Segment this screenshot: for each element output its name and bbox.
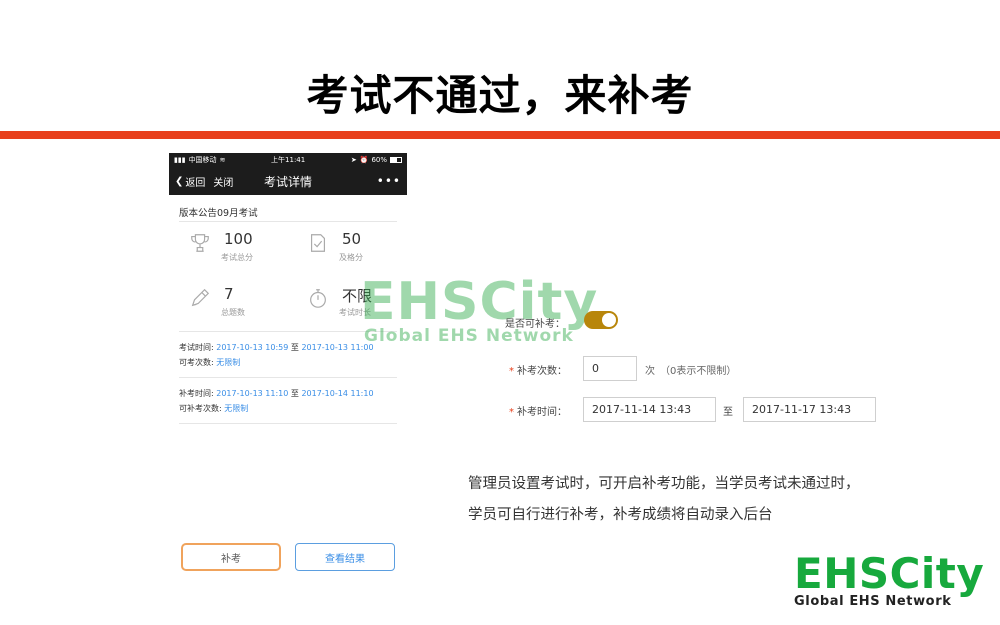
exam-time-info: 考试时间: 2017-10-13 10:59 至 2017-10-13 11:0… — [179, 332, 397, 378]
retake-time-end: 2017-10-14 11:10 — [301, 389, 374, 398]
retake-time-info: 补考时间: 2017-10-13 11:10 至 2017-10-14 11:1… — [179, 378, 397, 424]
status-bar: ▮▮▮ 中国移动 ≋ 上午11:41 ➤ ⏰ 60% — [169, 153, 407, 167]
stat-label: 考试总分 — [221, 253, 253, 262]
stat-label: 考试时长 — [339, 308, 371, 317]
stat-total-score: 100 考试总分 — [179, 228, 289, 280]
view-result-button[interactable]: 查看结果 — [295, 543, 395, 571]
stat-pass-score: 50 及格分 — [297, 228, 407, 280]
required-mark: * — [509, 366, 514, 377]
retake-count-label: 补考次数： — [517, 366, 567, 377]
more-options-icon[interactable]: ••• — [377, 174, 401, 188]
carrier-label: 中国移动 — [188, 156, 217, 164]
stat-question-count: 7 总题数 — [179, 283, 289, 335]
stat-duration: 不限 考试时长 — [297, 283, 407, 335]
back-button[interactable]: ❮ 返回 — [175, 174, 205, 189]
allow-retake-toggle[interactable] — [584, 311, 618, 329]
battery-percent: 60% — [371, 156, 387, 164]
stat-label: 及格分 — [339, 253, 363, 262]
location-icon: ➤ — [350, 156, 357, 164]
wifi-icon: ≋ — [219, 156, 226, 164]
signal-icon: ▮▮▮ — [174, 156, 186, 164]
retake-count-unit: 次 — [645, 366, 655, 377]
pencil-icon — [191, 288, 210, 307]
retake-count-value: 无限制 — [224, 404, 249, 413]
exam-name: 版本公告09月考试 — [179, 208, 258, 219]
alarm-icon: ⏰ — [359, 156, 369, 164]
phone-screen: ▮▮▮ 中国移动 ≋ 上午11:41 ➤ ⏰ 60% ❮ 返回 关闭 考试详情 … — [169, 153, 407, 608]
stat-value: 不限 — [342, 287, 373, 305]
chevron-left-icon: ❮ — [175, 175, 184, 187]
retake-count-row-label: * 补考次数： — [509, 362, 567, 377]
nav-bar: ❮ 返回 关闭 考试详情 ••• — [169, 167, 407, 195]
stat-value: 50 — [342, 230, 362, 248]
logo-text: EHSCity — [794, 549, 985, 598]
retake-count-key: 可补考次数: — [179, 404, 222, 413]
retake-time-key: 补考时间: — [179, 389, 214, 398]
back-label: 返回 — [185, 177, 206, 189]
retake-end-date-input[interactable]: 2017-11-17 13:43 — [743, 397, 876, 422]
stat-value: 7 — [224, 285, 234, 303]
exam-time-end: 2017-10-13 11:00 — [301, 343, 374, 352]
exam-count-key: 可考次数: — [179, 358, 214, 367]
stat-label: 总题数 — [221, 308, 245, 317]
exam-count-value: 无限制 — [216, 358, 241, 367]
stat-value: 100 — [224, 230, 253, 248]
description-line-2: 学员可自行进行补考，补考成绩将自动录入后台 — [468, 507, 773, 523]
slide-title: 考试不通过，来补考 — [306, 71, 694, 120]
retake-start-date-input[interactable]: 2017-11-14 13:43 — [583, 397, 716, 422]
exam-stats: 100 考试总分 50 及格分 7 总题数 不限 考试时长 — [179, 222, 397, 331]
retake-time-sep: 至 — [290, 389, 299, 398]
description-line-1: 管理员设置考试时，可开启补考功能，当学员考试未通过时， — [468, 476, 860, 492]
retake-count-input[interactable]: 0 — [583, 356, 637, 381]
ehscity-logo: EHSCity Global EHS Network — [794, 552, 994, 612]
action-buttons: 补考 查看结果 — [181, 543, 395, 571]
close-button[interactable]: 关闭 — [213, 174, 233, 189]
retake-time-label: 补考时间： — [517, 407, 567, 418]
title-divider — [0, 131, 1000, 139]
retake-count-note: （0表示不限制） — [660, 366, 737, 377]
required-mark: * — [509, 407, 514, 418]
toggle-knob — [602, 313, 616, 327]
status-time: 上午11:41 — [271, 156, 306, 164]
trophy-icon — [191, 234, 209, 252]
retake-button[interactable]: 补考 — [181, 543, 281, 571]
exam-time-key: 考试时间: — [179, 343, 214, 352]
exam-time-start: 2017-10-13 10:59 — [216, 343, 289, 352]
stopwatch-icon — [310, 289, 326, 308]
battery-icon — [390, 157, 402, 163]
retake-time-row-label: * 补考时间： — [509, 403, 567, 418]
retake-time-start: 2017-10-13 11:10 — [216, 389, 289, 398]
allow-retake-label: 是否可补考： — [505, 319, 565, 330]
pass-check-icon — [310, 234, 326, 252]
exam-time-sep: 至 — [290, 343, 299, 352]
retake-time-sep: 至 — [723, 407, 733, 418]
